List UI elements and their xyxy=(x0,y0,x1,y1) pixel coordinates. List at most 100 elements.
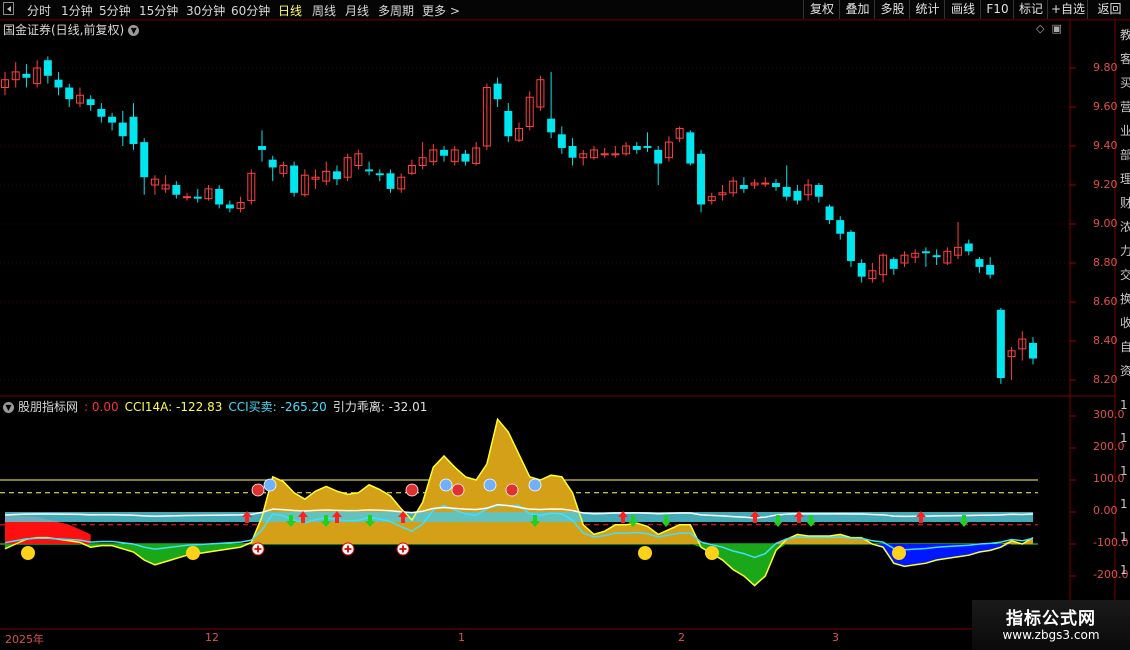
side-panel-text: 营 xyxy=(1120,100,1130,114)
sell-ball-icon xyxy=(251,483,265,497)
side-panel-text: 客 xyxy=(1120,52,1130,66)
candle-body xyxy=(193,196,202,199)
watermark-title: 指标公式网 xyxy=(1006,609,1096,629)
candle-body xyxy=(611,153,620,156)
candle-body xyxy=(215,188,224,205)
candle-body xyxy=(921,251,930,254)
sell-ball-icon xyxy=(505,483,519,497)
candle-body xyxy=(183,196,192,199)
candle-body xyxy=(996,309,1005,379)
candle-body xyxy=(793,190,802,201)
side-panel-text: 1 xyxy=(1120,464,1128,478)
buy-ball-icon xyxy=(439,478,453,492)
candle-body xyxy=(782,186,791,197)
candle-body xyxy=(932,255,941,258)
candle-body xyxy=(140,142,149,178)
candle-body xyxy=(43,60,52,76)
smiley-icon xyxy=(186,546,200,560)
price-axis-label: 8.60 xyxy=(1093,295,1118,308)
candle-body xyxy=(365,169,374,172)
candle-body xyxy=(643,146,652,148)
candle-body xyxy=(836,220,845,234)
candle-body xyxy=(986,264,995,275)
candle-body xyxy=(846,231,855,262)
candle-body xyxy=(268,159,277,168)
watermark-url: www.zbgs3.com xyxy=(1002,628,1100,642)
candle-body xyxy=(225,204,234,209)
indicator-axis-label: 0.00 xyxy=(1093,504,1118,517)
candle-body xyxy=(504,110,513,137)
candle-body xyxy=(857,263,866,277)
candle-body xyxy=(172,185,181,195)
price-axis-label: 9.80 xyxy=(1093,61,1118,74)
candle-body xyxy=(547,118,556,133)
side-panel-text: 交 xyxy=(1120,268,1130,282)
side-panel-text: 理 xyxy=(1120,172,1130,186)
candle-body xyxy=(440,149,449,156)
candle-body xyxy=(22,73,31,78)
candle-body xyxy=(386,173,395,189)
sell-ball-icon xyxy=(405,483,419,497)
candle-body xyxy=(86,99,95,106)
side-panel-text: 自 xyxy=(1120,340,1130,354)
candle-body xyxy=(557,134,566,148)
price-axis-label: 8.20 xyxy=(1093,373,1118,386)
candle-body xyxy=(814,185,823,197)
candle-body xyxy=(697,153,706,205)
side-panel-text: 教 xyxy=(1120,28,1130,42)
candle-body xyxy=(290,165,299,193)
chart-canvas[interactable] xyxy=(0,0,1130,650)
candle-body xyxy=(568,146,577,158)
candle-body xyxy=(118,122,127,137)
side-panel-text: 1 xyxy=(1120,530,1128,544)
price-axis-label: 9.60 xyxy=(1093,100,1118,113)
buy-ball-icon xyxy=(263,478,277,492)
candle-body xyxy=(975,259,984,267)
candle-body xyxy=(129,116,138,145)
smiley-icon xyxy=(705,546,719,560)
sell-ball-icon xyxy=(451,483,465,497)
date-axis-label: 2025年 xyxy=(5,633,44,646)
date-axis-label: 3 xyxy=(832,631,839,644)
side-panel-text: 1 xyxy=(1120,563,1128,577)
side-panel-text: 业 xyxy=(1120,124,1130,138)
smiley-icon xyxy=(638,546,652,560)
candle-body xyxy=(97,108,106,117)
buy-ball-icon xyxy=(528,478,542,492)
price-axis-label: 8.40 xyxy=(1093,334,1118,347)
price-axis-label: 9.20 xyxy=(1093,178,1118,191)
watermark: 指标公式网 www.zbgs3.com xyxy=(972,600,1130,650)
candle-body xyxy=(600,153,609,156)
price-axis-label: 9.00 xyxy=(1093,217,1118,230)
date-axis-label: 12 xyxy=(205,631,219,644)
side-panel-text: 换 xyxy=(1120,292,1130,306)
side-panel-text: 买 xyxy=(1120,76,1130,90)
candle-body xyxy=(258,146,266,150)
candle-body xyxy=(739,185,748,189)
candle-body xyxy=(461,153,470,162)
candle-body xyxy=(825,206,834,221)
side-panel-text: 财 xyxy=(1120,196,1130,210)
price-axis-label: 8.80 xyxy=(1093,256,1118,269)
candle-body xyxy=(889,259,898,269)
candle-body xyxy=(1029,342,1037,359)
side-panel-text: 资 xyxy=(1120,364,1130,378)
side-panel-text: 部 xyxy=(1120,148,1130,162)
date-axis-label: 1 xyxy=(458,631,465,644)
candle-body xyxy=(632,146,641,150)
smiley-icon xyxy=(892,546,906,560)
side-panel-text: 1 xyxy=(1120,398,1128,412)
candle-body xyxy=(493,83,502,100)
buy-ball-icon xyxy=(483,478,497,492)
smiley-icon xyxy=(21,546,35,560)
candle-body xyxy=(332,171,341,180)
side-panel-text: 力 xyxy=(1120,244,1130,258)
date-axis-label: 2 xyxy=(678,631,685,644)
candle-body xyxy=(964,243,973,252)
candle-body xyxy=(772,183,780,187)
cyan-band xyxy=(5,512,1033,522)
price-axis-label: 9.40 xyxy=(1093,139,1118,152)
candle-body xyxy=(654,149,663,164)
candle-body xyxy=(686,132,695,164)
negative-zone-area xyxy=(5,544,1033,586)
